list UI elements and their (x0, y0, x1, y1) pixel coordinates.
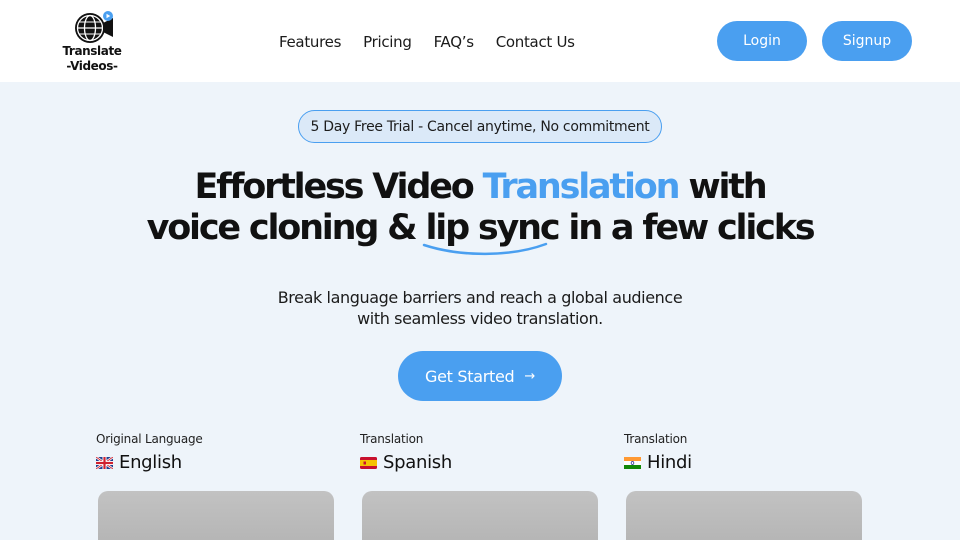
headline-line-1: Effortless Video Translation with (0, 166, 960, 208)
globe-video-icon (75, 11, 113, 43)
india-flag-icon (624, 457, 641, 469)
nav-link-faqs[interactable]: FAQ’s (434, 33, 474, 51)
get-started-button[interactable]: Get Started → (398, 351, 562, 401)
language-name: Spanish (360, 451, 600, 475)
language-label: Hindi (647, 452, 692, 473)
video-preview-hindi[interactable] (626, 491, 862, 540)
free-trial-badge: 5 Day Free Trial - Cancel anytime, No co… (298, 110, 662, 143)
signup-button[interactable]: Signup (822, 21, 912, 61)
video-preview-original[interactable] (98, 491, 334, 540)
language-caption: Original Language (96, 432, 203, 446)
language-name: Hindi (624, 451, 864, 475)
language-caption: Translation (360, 432, 424, 446)
get-started-label: Get Started (425, 366, 515, 386)
language-column-spanish: Translation Spanish (360, 431, 600, 475)
headline-line-2: voice cloning & lip sync in a few clicks (0, 207, 960, 256)
headline-text: Effortless Video (194, 167, 483, 207)
nav-link-contact-us[interactable]: Contact Us (496, 33, 575, 51)
logo-line-2: -Videos- (66, 59, 118, 73)
login-button[interactable]: Login (717, 21, 807, 61)
site-header: Translate -Videos- Features Pricing FAQ’… (0, 0, 960, 82)
language-name: English (96, 451, 336, 475)
underline-swoosh-icon (423, 242, 548, 256)
headline-underlined-text: lip sync (423, 207, 561, 256)
headline-text: voice cloning & (146, 208, 426, 248)
logo-line-1: Translate (62, 44, 122, 58)
language-column-hindi: Translation Hindi (624, 431, 864, 475)
logo-wordmark: Translate -Videos- (56, 44, 128, 74)
uk-flag-icon (96, 457, 113, 469)
hero-subtext-line-2: with seamless video translation. (357, 309, 603, 328)
hero-subtext-line-1: Break language barriers and reach a glob… (277, 288, 683, 307)
nav-link-features[interactable]: Features (279, 33, 341, 51)
language-caption: Translation (624, 432, 688, 446)
arrow-right-icon: → (524, 368, 535, 384)
video-preview-spanish[interactable] (362, 491, 598, 540)
language-column-original: Original Language English (96, 431, 336, 475)
translate-videos-logo[interactable]: Translate -Videos- (56, 10, 128, 76)
headline-text: in a few clicks (558, 208, 815, 248)
spain-flag-icon (360, 457, 377, 469)
headline-text: with (678, 167, 767, 207)
headline-accent-text: Translation (482, 167, 681, 207)
language-label: English (119, 452, 182, 473)
nav-link-pricing[interactable]: Pricing (363, 33, 412, 51)
main-nav: Features Pricing FAQ’s Contact Us (279, 31, 575, 53)
language-label: Spanish (383, 452, 452, 473)
